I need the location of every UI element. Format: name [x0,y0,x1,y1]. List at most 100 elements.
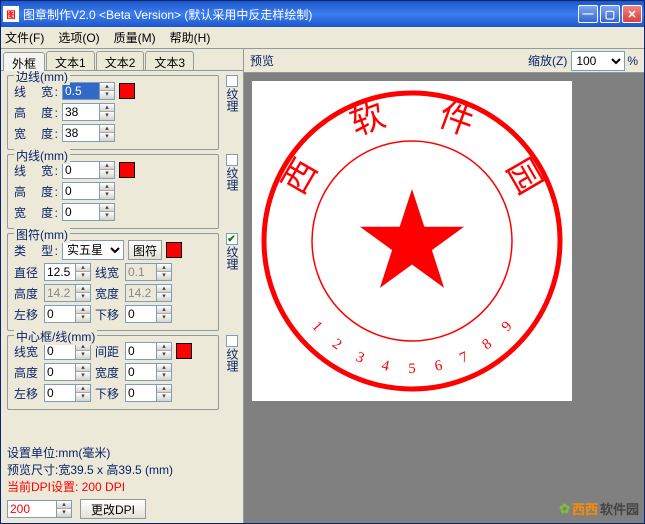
tab-text1[interactable]: 文本1 [46,51,95,70]
inner-w-input[interactable] [62,203,100,221]
outer-color-swatch[interactable] [119,83,135,99]
svg-text:3: 3 [353,349,366,367]
symbol-down-stepper[interactable]: ▴▾ [157,305,172,323]
menu-bar: 文件(F) 选项(O) 质量(M) 帮助(H) [1,27,644,49]
svg-text:8: 8 [480,336,495,353]
minimize-button[interactable]: — [578,5,598,23]
center-w-input[interactable] [125,363,157,381]
center-texture-checkbox[interactable] [226,335,238,347]
center-gap-input[interactable] [125,342,157,360]
center-left-stepper[interactable]: ▴▾ [76,384,91,402]
center-h-input[interactable] [44,363,76,381]
symbol-down-input[interactable] [125,305,157,323]
symbol-h-input[interactable] [44,284,76,302]
right-panel: 预览 缩放(Z) 100 % 西 软 件 园 [244,49,644,523]
center-down-input[interactable] [125,384,157,402]
inner-h-stepper[interactable]: ▴▾ [100,182,115,200]
group-symbol: 图符(mm) 类 型: 实五星 图符 直径 ▴▾ 线宽 ▴▾ [7,233,219,331]
watermark-brand-2: 软件园 [600,499,639,518]
symbol-dia-input[interactable] [44,263,76,281]
center-down-stepper[interactable]: ▴▾ [157,384,172,402]
group-center-title: 中心框/线(mm) [14,328,97,345]
symbol-button[interactable]: 图符 [128,240,162,260]
symbol-left-input[interactable] [44,305,76,323]
outer-w-stepper[interactable]: ▴▾ [100,124,115,142]
zoom-pct: % [627,54,638,68]
center-w-label: 宽度 [95,364,121,381]
watermark: ✿ 西西 软件园 [559,499,639,518]
symbol-down-label: 下移 [95,306,121,323]
app-window: 图 图章制作V2.0 <Beta Version> (默认采用中反走样绘制) —… [0,0,645,524]
menu-file[interactable]: 文件(F) [5,29,44,46]
outer-h-input[interactable] [62,103,100,121]
center-w-stepper[interactable]: ▴▾ [157,363,172,381]
svg-text:5: 5 [408,361,416,377]
symbol-h-stepper[interactable]: ▴▾ [76,284,91,302]
left-panel: 外框 文本1 文本2 文本3 边线(mm) 线 宽: ▴▾ [1,49,244,523]
watermark-icon: ✿ [559,501,570,517]
dpi-stepper[interactable]: ▴▾ [57,500,72,518]
tab-frame[interactable]: 外框 [3,52,45,71]
dpi-label: 当前DPI设置: 200 DPI [7,478,237,495]
bottom-info: 设置单位:mm(毫米) 预览尺寸:宽39.5 x 高39.5 (mm) 当前DP… [1,442,243,497]
symbol-w-input[interactable] [125,284,157,302]
title-bar[interactable]: 图 图章制作V2.0 <Beta Version> (默认采用中反走样绘制) —… [1,1,644,27]
group-symbol-title: 图符(mm) [14,226,70,243]
maximize-button[interactable]: ▢ [600,5,620,23]
inner-h-input[interactable] [62,182,100,200]
center-h-stepper[interactable]: ▴▾ [76,363,91,381]
center-down-label: 下移 [95,385,121,402]
preview-header: 预览 缩放(Z) 100 % [244,49,644,73]
outer-lw-stepper[interactable]: ▴▾ [100,82,115,100]
symbol-texture-checkbox[interactable]: ✔ [226,233,238,245]
inner-texture-checkbox[interactable] [226,154,238,166]
inner-lw-stepper[interactable]: ▴▾ [100,161,115,179]
symbol-type-select[interactable]: 实五星 [62,240,124,260]
symbol-lw-stepper[interactable]: ▴▾ [157,263,172,281]
outer-h-stepper[interactable]: ▴▾ [100,103,115,121]
symbol-w-stepper[interactable]: ▴▾ [157,284,172,302]
window-title: 图章制作V2.0 <Beta Version> (默认采用中反走样绘制) [23,6,578,23]
stamp-star [360,189,464,288]
watermark-brand-1: 西西 [572,499,598,518]
tab-text3[interactable]: 文本3 [145,51,194,70]
center-left-label: 左移 [14,385,40,402]
menu-help[interactable]: 帮助(H) [170,29,211,46]
unit-label: 设置单位:mm(毫米) [7,444,237,461]
content-area: 外框 文本1 文本2 文本3 边线(mm) 线 宽: ▴▾ [1,49,644,523]
tab-text2[interactable]: 文本2 [96,51,145,70]
close-button[interactable]: ✕ [622,5,642,23]
stamp-preview: 西 软 件 园 1 2 3 4 5 6 7 [252,81,572,401]
outer-texture-checkbox[interactable] [226,75,238,87]
group-outer-line: 边线(mm) 线 宽: ▴▾ 高 度: ▴▾ 宽 度: ▴▾ [7,75,219,150]
inner-lw-label: 线 宽: [14,162,58,179]
svg-text:7: 7 [457,349,471,367]
center-left-input[interactable] [44,384,76,402]
group-inner-line: 内线(mm) 线 宽: ▴▾ 高 度: ▴▾ 宽 度: ▴▾ [7,154,219,229]
inner-w-stepper[interactable]: ▴▾ [100,203,115,221]
symbol-left-stepper[interactable]: ▴▾ [76,305,91,323]
zoom-select[interactable]: 100 [571,51,625,71]
symbol-lw-input[interactable] [125,263,157,281]
preview-canvas: 西 软 件 园 1 2 3 4 5 6 7 [252,81,572,401]
inner-w-label: 宽 度: [14,204,58,221]
symbol-w-label: 宽度 [95,285,121,302]
outer-w-input[interactable] [62,124,100,142]
center-h-label: 高度 [14,364,40,381]
menu-options[interactable]: 选项(O) [58,29,99,46]
svg-text:6: 6 [433,357,444,374]
dpi-input[interactable] [7,500,57,518]
symbol-h-label: 高度 [14,285,40,302]
preview-size-label: 预览尺寸:宽39.5 x 高39.5 (mm) [7,461,237,478]
symbol-dia-stepper[interactable]: ▴▾ [76,263,91,281]
symbol-dia-label: 直径 [14,264,40,281]
change-dpi-button[interactable]: 更改DPI [80,499,146,519]
menu-quality[interactable]: 质量(M) [114,29,156,46]
symbol-color-swatch[interactable] [166,242,182,258]
zoom-label: 缩放(Z) [528,52,567,69]
svg-text:西: 西 [276,153,325,201]
inner-color-swatch[interactable] [119,162,135,178]
preview-viewport[interactable]: 西 软 件 园 1 2 3 4 5 6 7 [244,73,644,523]
center-color-swatch[interactable] [176,343,192,359]
center-gap-stepper[interactable]: ▴▾ [157,342,172,360]
